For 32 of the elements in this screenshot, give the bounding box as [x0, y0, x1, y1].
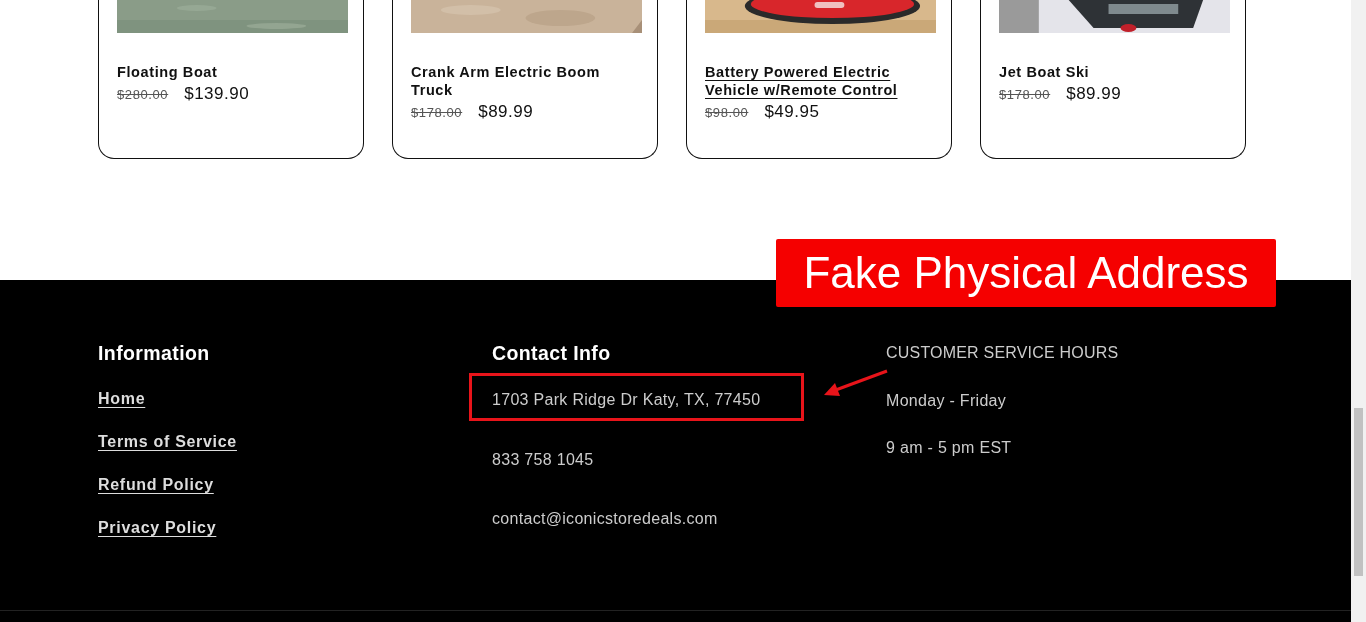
footer-heading: Contact Info [492, 341, 611, 365]
hours-text: 9 am - 5 pm EST [886, 438, 1012, 458]
product-card[interactable]: Battery Powered Electric Vehicle w/Remote Control $98.00 $49.95 [686, 0, 952, 159]
footer-link[interactable]: Terms of Service [98, 430, 237, 453]
product-card[interactable]: Crank Arm Electric Boom Truck $178.00 $89.99 [392, 0, 658, 159]
footer-link[interactable]: Privacy Policy [98, 516, 217, 539]
scrollbar[interactable] [1351, 0, 1366, 622]
hours-text: Monday - Friday [886, 391, 1007, 411]
sale-price: $49.95 [764, 102, 820, 122]
sale-price: $89.99 [1066, 84, 1122, 104]
product-card[interactable]: Floating Boat $280.00 $139.90 [98, 0, 364, 159]
original-price: $178.00 [411, 105, 463, 120]
address-text: 1703 Park Ridge Dr Katy, TX, 77450 [492, 390, 761, 410]
original-price: $178.00 [999, 87, 1051, 102]
footer-link[interactable]: Refund Policy [98, 473, 214, 496]
email-address: contact@iconicstoredeals.com [492, 509, 718, 529]
footer-heading: Information [98, 341, 210, 365]
annotation-arrow [824, 369, 888, 396]
sale-price: $139.90 [184, 84, 250, 104]
product-title[interactable]: Battery Powered Electric Vehicle w/Remote Control [705, 63, 919, 99]
product-title[interactable]: Floating Boat [117, 63, 331, 81]
product-title[interactable]: Crank Arm Electric Boom Truck [411, 63, 625, 99]
original-price: $98.00 [705, 105, 749, 120]
footer-link[interactable]: Home [98, 387, 146, 410]
annotation-label: Fake Physical Address [776, 239, 1276, 307]
product-title[interactable]: Jet Boat Ski [999, 63, 1213, 81]
scrollbar-thumb[interactable] [1354, 408, 1363, 576]
sale-price: $89.99 [478, 102, 534, 122]
hours-heading: CUSTOMER SERVICE HOURS [886, 343, 1119, 363]
product-card[interactable]: Jet Boat Ski $178.00 $89.99 [980, 0, 1246, 159]
original-price: $280.00 [117, 87, 169, 102]
phone-number: 833 758 1045 [492, 450, 594, 470]
